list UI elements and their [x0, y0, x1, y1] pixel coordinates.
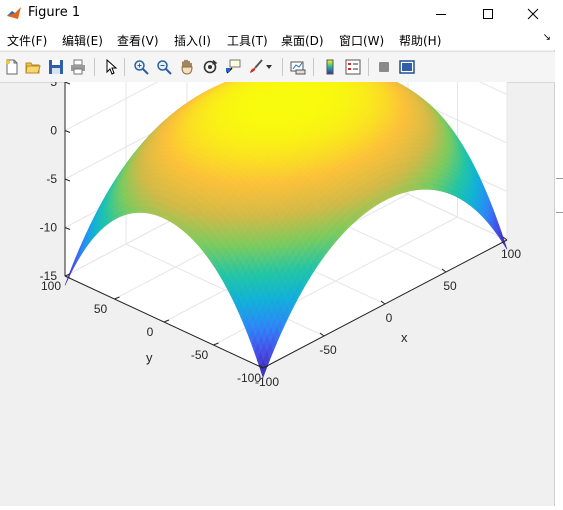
- colorbar-button[interactable]: [320, 57, 340, 77]
- maximize-icon: [482, 8, 494, 20]
- menu-desktop[interactable]: 桌面(D): [281, 32, 324, 49]
- matlab-icon: [6, 5, 22, 21]
- menu-insert[interactable]: 插入(I): [174, 32, 211, 49]
- menu-bar: 文件(F) 编辑(E) 查看(V) 插入(I) 工具(T) 桌面(D) 窗口(W…: [0, 28, 555, 50]
- new-figure-button[interactable]: [2, 57, 22, 77]
- maximize-button[interactable]: [465, 0, 511, 28]
- minimize-icon: [435, 8, 447, 20]
- folder-icon: [25, 59, 41, 75]
- window-title: Figure 1: [28, 5, 80, 20]
- chevron-down-icon: [265, 63, 273, 71]
- show-plot-tools-button[interactable]: [397, 57, 417, 77]
- hand-icon: [179, 59, 195, 75]
- brush-button[interactable]: [246, 57, 266, 77]
- brush-dropdown[interactable]: [264, 57, 274, 77]
- link-plot-icon: [290, 59, 306, 75]
- legend-button[interactable]: [343, 57, 363, 77]
- dock-arrow-icon[interactable]: ↘: [543, 32, 551, 43]
- zoom-out-icon: [156, 59, 172, 75]
- menu-edit[interactable]: 编辑(E): [62, 32, 103, 49]
- pointer-icon: [103, 59, 119, 75]
- legend-icon: [345, 59, 361, 75]
- data-cursor-button[interactable]: [223, 57, 243, 77]
- pan-button[interactable]: [177, 57, 197, 77]
- figure-window: Figure 1 文件(F) 编辑(E) 查看(V) 插入(I) 工具(T) 桌…: [0, 0, 555, 506]
- print-button[interactable]: [68, 57, 88, 77]
- toolbar-separator: [124, 58, 125, 76]
- plot-area[interactable]: -100-50050100-100-50050100-15-10-505 × 1…: [0, 82, 555, 506]
- hide-plot-tools-icon: [376, 59, 392, 75]
- menu-tools[interactable]: 工具(T): [227, 32, 268, 49]
- menu-view[interactable]: 查看(V): [117, 32, 159, 49]
- zoom-in-icon: [133, 59, 149, 75]
- surface-plot[interactable]: -100-50050100-100-50050100-15-10-505 × 1…: [0, 82, 555, 506]
- floppy-icon: [48, 59, 64, 75]
- minimize-button[interactable]: [418, 0, 464, 28]
- menu-help[interactable]: 帮助(H): [399, 32, 441, 49]
- title-bar[interactable]: Figure 1: [0, 0, 555, 28]
- rotate-3d-button[interactable]: [200, 57, 220, 77]
- open-file-button[interactable]: [23, 57, 43, 77]
- zoom-in-button[interactable]: [131, 57, 151, 77]
- zoom-out-button[interactable]: [154, 57, 174, 77]
- menu-window[interactable]: 窗口(W): [339, 32, 384, 49]
- toolbar-separator: [313, 58, 314, 76]
- save-button[interactable]: [46, 57, 66, 77]
- figure-toolbar: [0, 51, 555, 83]
- menu-file[interactable]: 文件(F): [7, 32, 47, 49]
- hide-plot-tools-button[interactable]: [374, 57, 394, 77]
- brush-icon: [248, 59, 264, 75]
- link-plot-button[interactable]: [288, 57, 308, 77]
- rotate-icon: [202, 59, 218, 75]
- toolbar-separator: [368, 58, 369, 76]
- select-pointer-button[interactable]: [101, 57, 121, 77]
- show-plot-tools-icon: [399, 59, 415, 75]
- new-file-icon: [4, 59, 20, 75]
- colorbar-icon: [322, 59, 338, 75]
- toolbar-separator: [282, 58, 283, 76]
- printer-icon: [70, 59, 86, 75]
- data-cursor-icon: [225, 59, 241, 75]
- close-button[interactable]: [510, 0, 556, 28]
- close-icon: [527, 8, 539, 20]
- toolbar-separator: [94, 58, 95, 76]
